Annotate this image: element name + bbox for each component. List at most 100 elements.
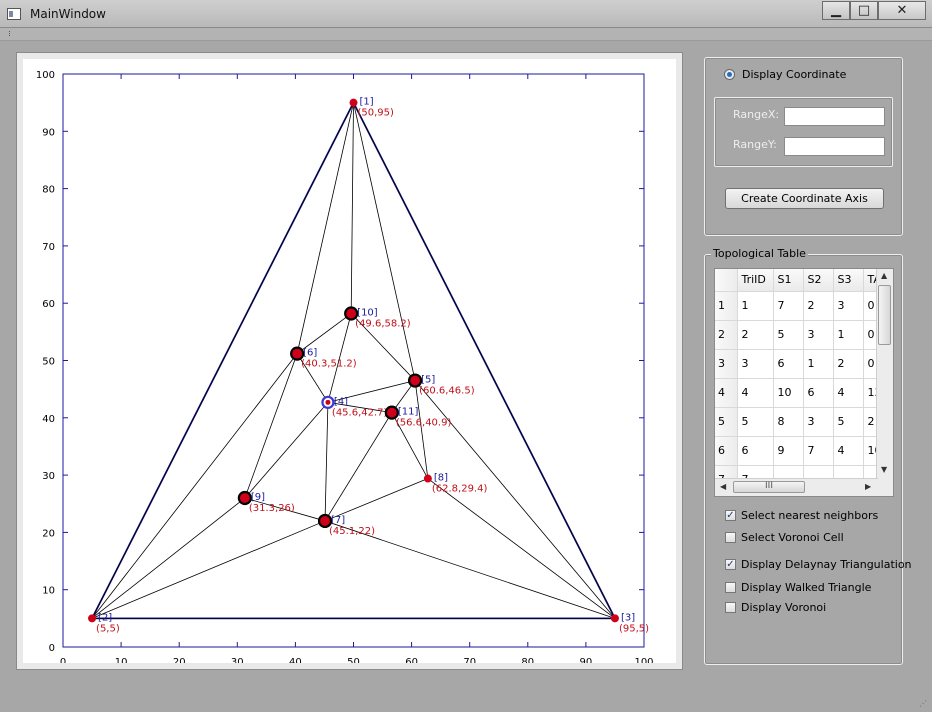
table-corner-header[interactable] bbox=[715, 269, 738, 292]
minimize-button[interactable]: ▁ bbox=[822, 1, 850, 20]
radio-selected-icon[interactable] bbox=[724, 69, 735, 80]
checkbox-unchecked-icon[interactable] bbox=[725, 602, 736, 613]
table-cell[interactable]: 1 bbox=[803, 349, 834, 379]
column-header[interactable]: S3 bbox=[833, 269, 864, 292]
checkbox-unchecked-icon[interactable] bbox=[725, 532, 736, 543]
table-cell[interactable]: 5 bbox=[737, 407, 774, 437]
x-tick-label: 90 bbox=[580, 657, 593, 663]
table-cell[interactable]: 7 bbox=[773, 291, 804, 321]
table-cell[interactable]: 3 bbox=[833, 291, 864, 321]
vertex-point[interactable] bbox=[610, 614, 619, 623]
scroll-left-icon[interactable]: ◀ bbox=[720, 482, 726, 491]
table-cell[interactable]: 2 bbox=[803, 291, 834, 321]
toolbar-grip-icon[interactable] bbox=[9, 31, 13, 36]
table-cell[interactable]: 6 bbox=[773, 349, 804, 379]
maximize-button[interactable]: □ bbox=[850, 1, 878, 20]
x-tick-label: 30 bbox=[231, 657, 244, 663]
table-cell[interactable]: 7 bbox=[803, 436, 834, 466]
table-vertical-scrollbar[interactable]: ▲ ▼ bbox=[876, 269, 893, 480]
table-cell[interactable]: 3 bbox=[803, 320, 834, 350]
column-header[interactable]: TriID bbox=[737, 269, 774, 292]
vertical-scroll-thumb[interactable] bbox=[878, 285, 891, 345]
vertex-point[interactable] bbox=[423, 474, 432, 483]
plot-frame: 0 10 20 30 40 50 60 70 80 90 100 0 10 20 30 40 50 60 70 80 9… bbox=[16, 52, 683, 670]
app-icon bbox=[7, 8, 21, 20]
topological-table[interactable]: TriID S1 S2 S3 TA 1 1 7 2 3 0 2 2 5 3 1 0 3 3 6 1 2 0 4 4 10… bbox=[714, 268, 894, 497]
option-checkbox-row[interactable]: Display Voronoi bbox=[725, 601, 826, 614]
table-cell[interactable]: 1 bbox=[737, 291, 774, 321]
horizontal-scroll-thumb[interactable]: III bbox=[733, 481, 805, 493]
triangulation-edge bbox=[324, 402, 329, 521]
table-row[interactable]: 558352 bbox=[715, 407, 884, 437]
scroll-up-icon[interactable]: ▲ bbox=[881, 271, 887, 280]
range-x-input[interactable] bbox=[784, 107, 885, 126]
vertex-point[interactable] bbox=[88, 614, 97, 623]
table-horizontal-scrollbar[interactable]: ◀ III ▶ bbox=[715, 478, 878, 496]
vertex-point[interactable] bbox=[349, 98, 358, 107]
display-coordinate-label: Display Coordinate bbox=[742, 68, 847, 81]
option-label: Display Delaynay Triangulation bbox=[741, 558, 912, 571]
triangulation-edge bbox=[91, 497, 246, 619]
table-cell[interactable]: 4 bbox=[737, 378, 774, 408]
x-tick-label: 80 bbox=[521, 657, 534, 663]
table-cell[interactable]: 5 bbox=[773, 320, 804, 350]
x-tick-label: 60 bbox=[405, 657, 418, 663]
table-row[interactable]: 4 4 10 6 4 13 bbox=[715, 378, 884, 408]
table-cell[interactable]: 10 bbox=[773, 378, 804, 408]
triangulation-plot[interactable]: 0 10 20 30 40 50 60 70 80 90 100 0 10 20 30 40 50 60 70 80 9… bbox=[23, 59, 676, 663]
row-header[interactable]: 4 bbox=[715, 378, 738, 408]
scroll-down-icon[interactable]: ▼ bbox=[881, 465, 887, 474]
option-label: Display Walked Triangle bbox=[741, 581, 872, 594]
triangulation-edge bbox=[244, 353, 298, 499]
close-button[interactable]: ✕ bbox=[878, 1, 926, 20]
scroll-right-icon[interactable]: ▶ bbox=[865, 482, 871, 491]
table-cell[interactable]: 6 bbox=[737, 436, 774, 466]
vertex-id-label: [5] bbox=[421, 375, 435, 386]
option-checkbox-row[interactable]: ✓ Display Delaynay Triangulation bbox=[725, 558, 912, 571]
vertex-id-label: [9] bbox=[251, 492, 265, 503]
table-cell[interactable]: 9 bbox=[773, 436, 804, 466]
row-header[interactable]: 6 bbox=[715, 436, 738, 466]
table-cell[interactable]: 6 bbox=[803, 378, 834, 408]
checkbox-checked-icon[interactable]: ✓ bbox=[725, 559, 736, 570]
vertex-id-label: [2] bbox=[98, 612, 112, 623]
vertex-id-label: [1] bbox=[360, 97, 374, 108]
x-tick-label: 70 bbox=[463, 657, 476, 663]
option-checkbox-row[interactable]: Select Voronoi Cell bbox=[725, 531, 844, 544]
scroll-grip-icon: III bbox=[765, 481, 773, 491]
table-cell[interactable]: 8 bbox=[773, 407, 804, 437]
table-cell[interactable]: 5 bbox=[833, 407, 864, 437]
create-coordinate-axis-button[interactable]: Create Coordinate Axis bbox=[725, 188, 884, 209]
table-row[interactable]: 117230 bbox=[715, 291, 884, 321]
table-cell[interactable]: 4 bbox=[833, 378, 864, 408]
vertex-coord-label: (45.6,42.7) bbox=[332, 407, 388, 418]
table-cell[interactable]: 1 bbox=[833, 320, 864, 350]
resize-grip-icon[interactable]: ⋰ bbox=[919, 699, 928, 708]
triangulation-edge bbox=[427, 478, 616, 619]
checkbox-checked-icon[interactable]: ✓ bbox=[725, 510, 736, 521]
y-tick-label: 70 bbox=[42, 242, 55, 253]
y-tick-label: 90 bbox=[42, 127, 55, 138]
checkbox-unchecked-icon[interactable] bbox=[725, 582, 736, 593]
table-row[interactable]: 225310 bbox=[715, 320, 884, 350]
table-cell[interactable]: 3 bbox=[803, 407, 834, 437]
option-label: Select Voronoi Cell bbox=[741, 531, 844, 544]
table-row[interactable]: 336120 bbox=[715, 349, 884, 379]
table-cell[interactable]: 4 bbox=[833, 436, 864, 466]
triangulation-edge bbox=[244, 402, 329, 499]
option-checkbox-row[interactable]: Display Walked Triangle bbox=[725, 581, 871, 594]
option-checkbox-row[interactable]: ✓ Select nearest neighbors bbox=[725, 509, 878, 522]
row-header[interactable]: 2 bbox=[715, 320, 738, 350]
plot-canvas[interactable]: 0 10 20 30 40 50 60 70 80 90 100 0 10 20 30 40 50 60 70 80 9… bbox=[23, 59, 676, 663]
row-header[interactable]: 5 bbox=[715, 407, 738, 437]
table-cell[interactable]: 2 bbox=[833, 349, 864, 379]
table-cell[interactable]: 3 bbox=[737, 349, 774, 379]
table-row[interactable]: 6 6 9 7 4 10 bbox=[715, 436, 884, 466]
column-header[interactable]: S1 bbox=[773, 269, 804, 292]
display-coordinate-radio[interactable]: Display Coordinate bbox=[724, 68, 846, 81]
row-header[interactable]: 1 bbox=[715, 291, 738, 321]
range-y-input[interactable] bbox=[784, 137, 885, 156]
row-header[interactable]: 3 bbox=[715, 349, 738, 379]
column-header[interactable]: S2 bbox=[803, 269, 834, 292]
table-cell[interactable]: 2 bbox=[737, 320, 774, 350]
